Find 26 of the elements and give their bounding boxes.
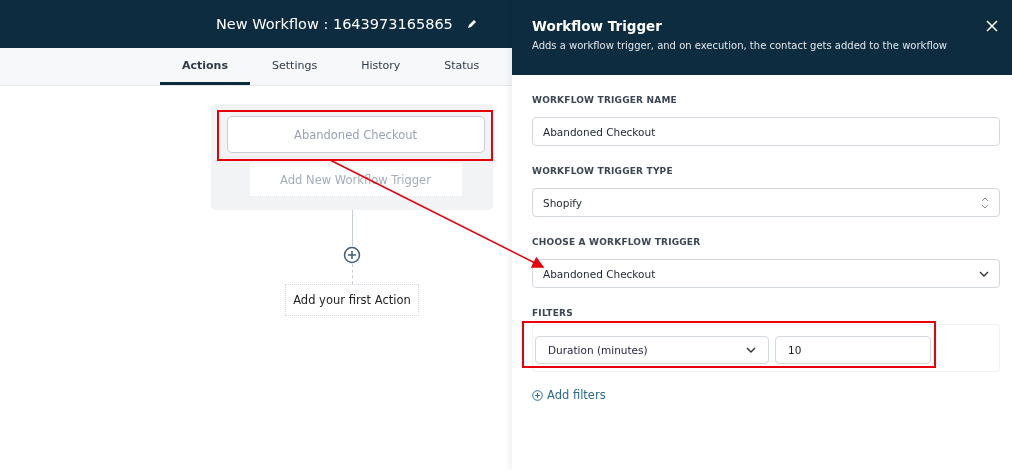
workflow-title: New Workflow : 1643973165865 bbox=[216, 16, 453, 32]
field-label: CHOOSE A WORKFLOW TRIGGER bbox=[532, 237, 702, 247]
select-field[interactable]: Duration (minutes) bbox=[535, 336, 769, 364]
select-field[interactable]: Shopify bbox=[532, 188, 1000, 217]
chevron-down-icon bbox=[979, 270, 989, 277]
input-field[interactable]: Abandoned Checkout bbox=[532, 117, 1000, 146]
chevron-down-icon bbox=[746, 347, 756, 353]
connector-line bbox=[351, 210, 353, 246]
input-field[interactable]: 10 bbox=[775, 336, 931, 364]
panel-title: Workflow Trigger bbox=[532, 18, 663, 34]
tab[interactable]: History bbox=[339, 48, 423, 85]
panel-subtitle: Adds a workflow trigger, and on execution, the contact gets added to the workflow bbox=[532, 40, 948, 51]
pencil-icon[interactable] bbox=[466, 19, 477, 29]
field-label: WORKFLOW TRIGGER NAME bbox=[532, 95, 678, 105]
up-down-icon bbox=[981, 196, 989, 209]
add-filters-link[interactable]: Add filters bbox=[532, 388, 606, 402]
tab[interactable]: Status bbox=[422, 48, 502, 85]
plus-circle-icon bbox=[532, 389, 543, 401]
select-field[interactable]: Abandoned Checkout bbox=[532, 259, 1000, 288]
plus-circle-icon[interactable] bbox=[343, 246, 361, 264]
tab[interactable]: Actions bbox=[160, 48, 250, 85]
close-button[interactable] bbox=[984, 18, 1000, 34]
add-action-button[interactable]: Add your first Action bbox=[285, 284, 419, 316]
field-label: FILTERS bbox=[532, 308, 574, 318]
tab[interactable]: Settings bbox=[250, 48, 340, 85]
field-label: WORKFLOW TRIGGER TYPE bbox=[532, 166, 674, 176]
